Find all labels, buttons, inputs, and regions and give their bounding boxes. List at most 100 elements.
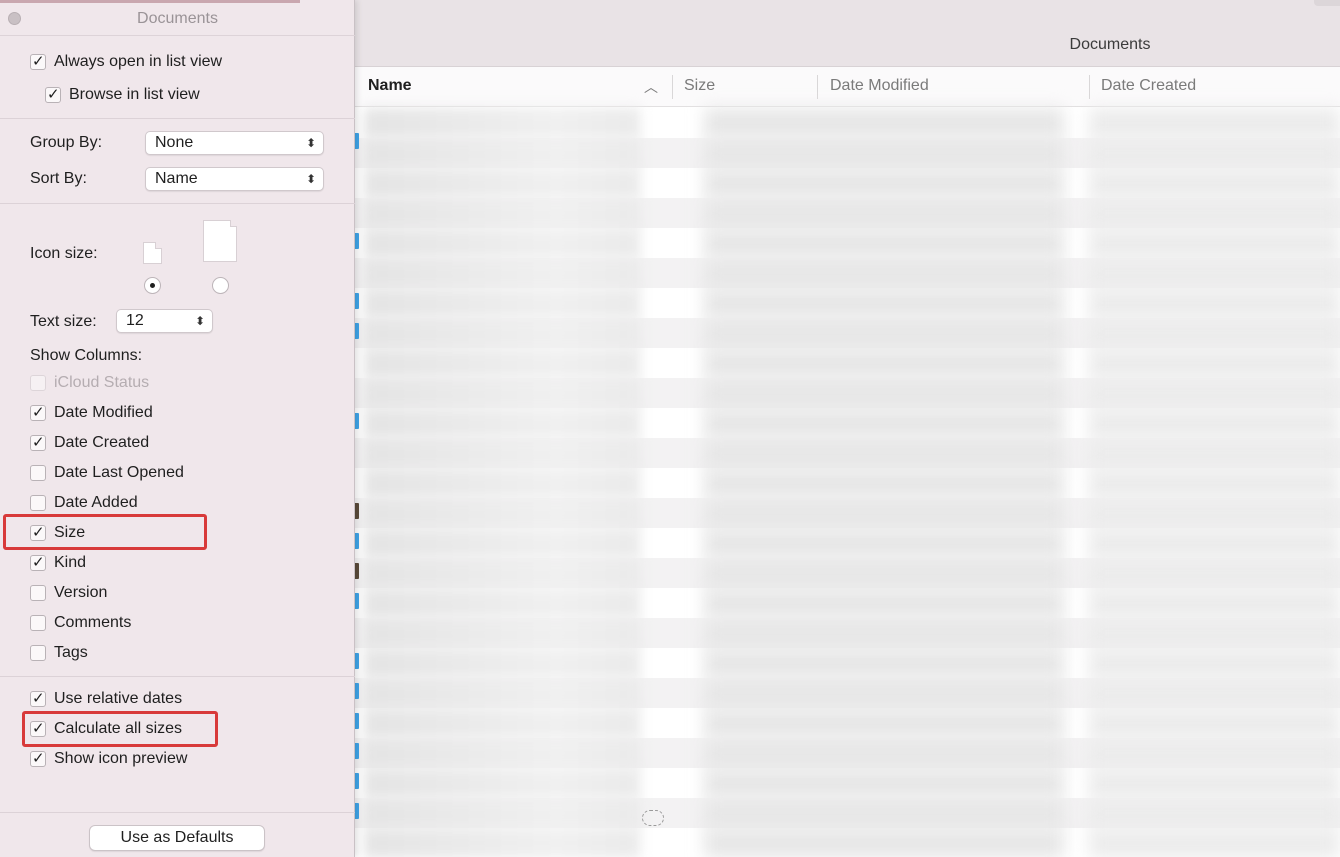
text-size-value: 12 bbox=[126, 312, 144, 329]
column-separator[interactable] bbox=[817, 75, 818, 99]
table-row[interactable] bbox=[354, 378, 1340, 408]
table-row[interactable] bbox=[354, 768, 1340, 798]
blurred-cell bbox=[1089, 798, 1340, 828]
checkbox-unchecked-icon[interactable] bbox=[30, 495, 46, 511]
column-separator[interactable] bbox=[1089, 75, 1090, 99]
column-header-name[interactable]: Name bbox=[368, 67, 412, 107]
large-document-icon bbox=[203, 220, 237, 262]
table-row[interactable] bbox=[354, 558, 1340, 588]
blurred-cell bbox=[1089, 168, 1340, 198]
table-row[interactable] bbox=[354, 108, 1340, 138]
checkbox-checked-icon[interactable] bbox=[30, 689, 46, 707]
checkbox-checked-icon[interactable] bbox=[30, 52, 46, 70]
table-row[interactable] bbox=[354, 498, 1340, 528]
blurred-cell bbox=[704, 288, 1064, 318]
table-row[interactable] bbox=[354, 198, 1340, 228]
column-header-size[interactable]: Size bbox=[684, 67, 715, 107]
blurred-cell bbox=[364, 738, 640, 768]
blurred-cell bbox=[704, 198, 1064, 228]
column-checkbox-tags[interactable]: Tags bbox=[30, 641, 88, 665]
column-checkbox-version[interactable]: Version bbox=[30, 581, 107, 605]
use-as-defaults-button[interactable]: Use as Defaults bbox=[89, 825, 265, 851]
column-header-date-modified[interactable]: Date Modified bbox=[830, 67, 929, 107]
column-checkbox-kind[interactable]: Kind bbox=[30, 551, 86, 575]
sort-ascending-icon[interactable]: ︿ bbox=[644, 77, 658, 97]
table-row[interactable] bbox=[354, 798, 1340, 828]
option-checkbox-show-icon-preview[interactable]: Show icon preview bbox=[30, 747, 187, 771]
view-options-panel: Documents Always open in list view Brows… bbox=[0, 0, 355, 857]
column-checkbox-label: Kind bbox=[54, 554, 87, 571]
always-open-list-view-checkbox[interactable]: Always open in list view bbox=[30, 50, 222, 74]
blurred-cell bbox=[1089, 618, 1340, 648]
blurred-cell bbox=[364, 708, 640, 738]
blurred-cell bbox=[1089, 828, 1340, 857]
blurred-cell bbox=[704, 468, 1064, 498]
table-row[interactable] bbox=[354, 258, 1340, 288]
table-row[interactable] bbox=[354, 468, 1340, 498]
table-row[interactable] bbox=[354, 348, 1340, 378]
table-row[interactable] bbox=[354, 438, 1340, 468]
blurred-cell bbox=[704, 528, 1064, 558]
blurred-cell bbox=[364, 378, 640, 408]
checkbox-unchecked-icon[interactable] bbox=[30, 645, 46, 661]
option-checkbox-label: Use relative dates bbox=[54, 690, 183, 707]
blurred-cell bbox=[704, 318, 1064, 348]
checkbox-checked-icon[interactable] bbox=[30, 403, 46, 421]
table-row[interactable] bbox=[354, 588, 1340, 618]
icloud-download-icon[interactable] bbox=[642, 810, 664, 826]
blurred-cell bbox=[364, 318, 640, 348]
column-separator[interactable] bbox=[672, 75, 673, 99]
blurred-cell bbox=[1089, 678, 1340, 708]
text-size-select[interactable]: 12 ⬍ bbox=[116, 309, 213, 333]
group-by-select[interactable]: None ⬍ bbox=[145, 131, 324, 155]
browse-list-view-checkbox[interactable]: Browse in list view bbox=[45, 83, 200, 107]
table-row[interactable] bbox=[354, 738, 1340, 768]
table-row[interactable] bbox=[354, 648, 1340, 678]
divider bbox=[0, 118, 355, 119]
blurred-cell bbox=[704, 378, 1064, 408]
table-row[interactable] bbox=[354, 168, 1340, 198]
titlebar-tab bbox=[1314, 0, 1340, 6]
sort-by-label: Sort By: bbox=[30, 170, 87, 187]
table-row[interactable] bbox=[354, 288, 1340, 318]
blurred-cell bbox=[704, 408, 1064, 438]
table-row[interactable] bbox=[354, 618, 1340, 648]
blurred-cell bbox=[364, 678, 640, 708]
table-row[interactable] bbox=[354, 138, 1340, 168]
checkbox-unchecked-icon[interactable] bbox=[30, 615, 46, 631]
table-row[interactable] bbox=[354, 228, 1340, 258]
icon-size-large-radio[interactable] bbox=[212, 277, 229, 294]
sort-by-select[interactable]: Name ⬍ bbox=[145, 167, 324, 191]
checkbox-checked-icon[interactable] bbox=[30, 433, 46, 451]
table-row[interactable] bbox=[354, 678, 1340, 708]
blurred-cell bbox=[1089, 438, 1340, 468]
group-by-value: None bbox=[155, 134, 194, 151]
blurred-cell bbox=[364, 258, 640, 288]
option-checkbox-use-relative-dates[interactable]: Use relative dates bbox=[30, 687, 182, 711]
column-header-date-created[interactable]: Date Created bbox=[1101, 67, 1196, 107]
column-checkbox-comments[interactable]: Comments bbox=[30, 611, 131, 635]
checkbox-unchecked-icon[interactable] bbox=[30, 585, 46, 601]
blurred-cell bbox=[1089, 738, 1340, 768]
table-row[interactable] bbox=[354, 408, 1340, 438]
column-checkbox-label: Date Added bbox=[54, 494, 138, 511]
table-row[interactable] bbox=[354, 708, 1340, 738]
checkbox-checked-icon[interactable] bbox=[45, 85, 61, 103]
column-checkbox-date-last-opened[interactable]: Date Last Opened bbox=[30, 461, 184, 485]
column-checkbox-date-modified[interactable]: Date Modified bbox=[30, 401, 153, 425]
column-checkbox-label: iCloud Status bbox=[54, 374, 150, 391]
table-row[interactable] bbox=[354, 828, 1340, 857]
column-checkbox-date-created[interactable]: Date Created bbox=[30, 431, 149, 455]
column-checkbox-date-added[interactable]: Date Added bbox=[30, 491, 138, 515]
checkbox-unchecked-icon[interactable] bbox=[30, 465, 46, 481]
checkbox-checked-icon[interactable] bbox=[30, 553, 46, 571]
checkbox-checked-icon[interactable] bbox=[30, 749, 46, 767]
table-row[interactable] bbox=[354, 318, 1340, 348]
icon-size-small-radio[interactable] bbox=[144, 277, 161, 294]
updown-chevron-icon: ⬍ bbox=[194, 314, 205, 328]
table-row[interactable] bbox=[354, 528, 1340, 558]
blurred-cell bbox=[1089, 588, 1340, 618]
blurred-cell bbox=[364, 558, 640, 588]
blurred-cell bbox=[1089, 528, 1340, 558]
column-checkbox-icloud-status: iCloud Status bbox=[30, 371, 149, 395]
